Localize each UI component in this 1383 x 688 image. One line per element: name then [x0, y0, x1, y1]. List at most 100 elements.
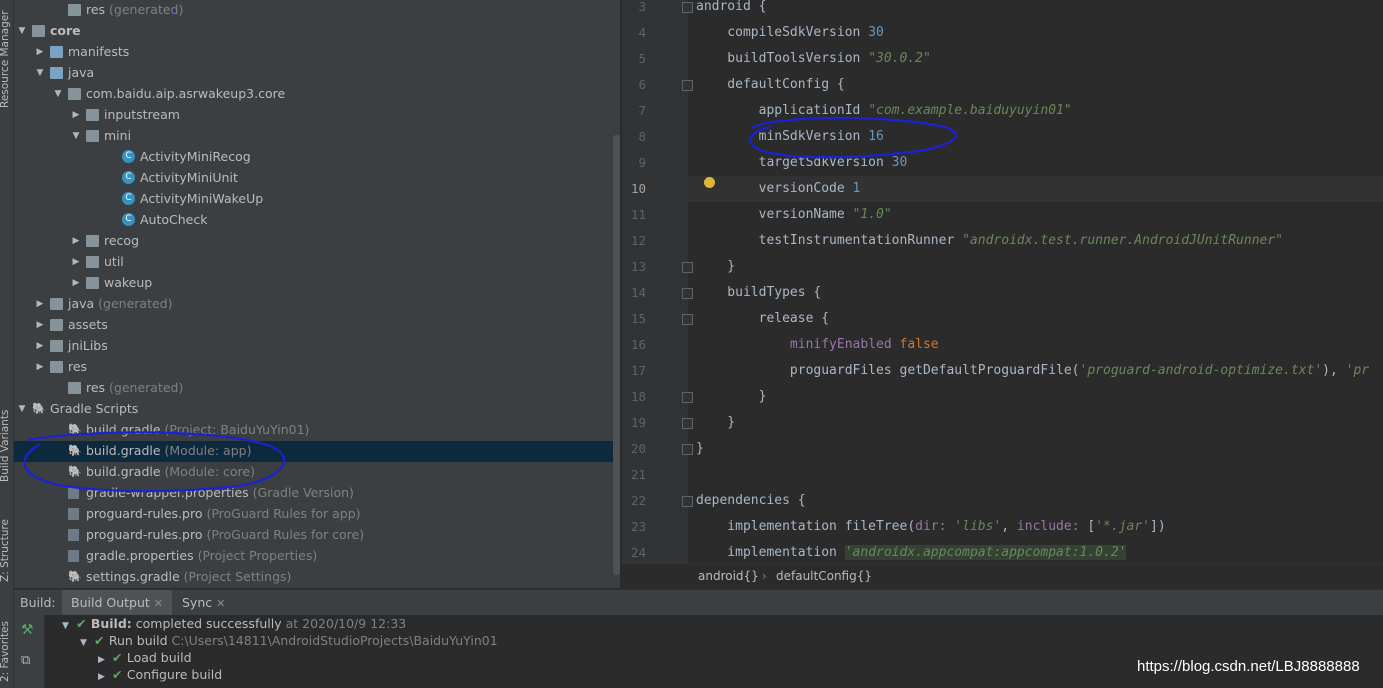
- tree-item[interactable]: ▶ jniLibs: [14, 336, 620, 357]
- tab-sync[interactable]: Sync ✕: [182, 590, 225, 616]
- collapse-arrow-icon[interactable]: ▼: [16, 21, 28, 41]
- tree-item[interactable]: ▶ recog: [14, 231, 620, 252]
- tree-item[interactable]: ▼ core: [14, 21, 620, 42]
- code-token: release {: [696, 311, 830, 326]
- fold-marker-icon[interactable]: [682, 314, 693, 325]
- tree-item[interactable]: ▶ res: [14, 357, 620, 378]
- code-token: ,: [1001, 519, 1017, 534]
- build-row[interactable]: ▼ ✔ Build: completed successfully at 2020…: [62, 615, 406, 632]
- build-row[interactable]: ▶ ✔ Configure build: [98, 666, 222, 683]
- tree-item-label: wakeup: [104, 275, 153, 290]
- code-line: minSdkVersion 16: [696, 124, 884, 150]
- tree-item-label: res (generated): [86, 380, 184, 395]
- fold-marker-icon[interactable]: [682, 444, 693, 455]
- properties-file-icon: [68, 550, 79, 562]
- code-token: targetSdkVersion: [696, 155, 892, 170]
- tree-item[interactable]: C ActivityMiniUnit: [14, 168, 620, 189]
- success-check-icon: ✔: [112, 650, 127, 665]
- folder-icon: [50, 340, 63, 352]
- lightbulb-icon[interactable]: [704, 177, 715, 188]
- tree-item[interactable]: ▼ java: [14, 63, 620, 84]
- build-row[interactable]: ▶ ✔ Load build: [98, 649, 192, 666]
- tree-item[interactable]: ▶ assets: [14, 315, 620, 336]
- tree-item[interactable]: proguard-rules.pro (ProGuard Rules for c…: [14, 525, 620, 546]
- tree-item[interactable]: ▶ util: [14, 252, 620, 273]
- code-editor[interactable]: 3 4 5 6 7 8 9 10 11 12 13 14 15 16 17 18 19 20 21 22 23 24 an…: [622, 0, 1383, 563]
- tree-item[interactable]: C ActivityMiniWakeUp: [14, 189, 620, 210]
- code-token: 16: [868, 129, 884, 144]
- favorites-tab[interactable]: 2: Favorites: [0, 621, 11, 682]
- line-number: 7: [638, 103, 646, 118]
- expand-arrow-icon[interactable]: ▶: [98, 669, 112, 686]
- line-number: 15: [630, 311, 646, 326]
- code-line: defaultConfig {: [696, 72, 845, 98]
- fold-marker-icon[interactable]: [682, 496, 693, 507]
- expand-arrow-icon[interactable]: ▶: [34, 42, 46, 62]
- tree-item[interactable]: proguard-rules.pro (ProGuard Rules for a…: [14, 504, 620, 525]
- expand-arrow-icon[interactable]: ▶: [34, 294, 46, 314]
- build-variants-tab[interactable]: Build Variants: [0, 410, 11, 482]
- tree-item[interactable]: ▶ java (generated): [14, 294, 620, 315]
- expand-arrow-icon[interactable]: ▶: [70, 231, 82, 251]
- build-label: Build:: [20, 595, 56, 610]
- tree-item[interactable]: 🐘 build.gradle (Module: core): [14, 462, 620, 483]
- expand-arrow-icon[interactable]: ▶: [70, 273, 82, 293]
- tree-item[interactable]: C ActivityMiniRecog: [14, 147, 620, 168]
- folder-icon: [86, 277, 99, 289]
- code-token: testInstrumentationRunner: [696, 233, 963, 248]
- close-icon[interactable]: ✕: [216, 597, 225, 610]
- build-row[interactable]: ▼ ✔ Run build C:\Users\14811\AndroidStudi…: [80, 632, 498, 649]
- expand-arrow-icon[interactable]: ▶: [70, 252, 82, 272]
- restore-layout-icon[interactable]: ⧉: [21, 653, 30, 668]
- expand-arrow-icon[interactable]: ▶: [34, 336, 46, 356]
- tree-item[interactable]: ▶ wakeup: [14, 273, 620, 294]
- fold-marker-icon[interactable]: [682, 392, 693, 403]
- expand-arrow-icon[interactable]: ▶: [70, 105, 82, 125]
- tree-item[interactable]: ▶ manifests: [14, 42, 620, 63]
- tree-item[interactable]: gradle-wrapper.properties (Gradle Versio…: [14, 483, 620, 504]
- collapse-arrow-icon[interactable]: ▼: [62, 618, 76, 635]
- tab-build-output[interactable]: Build Output ✕: [62, 590, 172, 616]
- collapse-arrow-icon[interactable]: ▼: [34, 63, 46, 83]
- line-number: 10: [630, 181, 646, 196]
- breadcrumb-defaultconfig[interactable]: defaultConfig{}: [776, 564, 872, 589]
- tree-item-label: recog: [104, 233, 140, 248]
- properties-file-icon: [68, 508, 79, 520]
- collapse-arrow-icon[interactable]: ▼: [70, 126, 82, 146]
- expand-arrow-icon[interactable]: ▶: [34, 315, 46, 335]
- collapse-arrow-icon[interactable]: ▼: [52, 84, 64, 104]
- fold-marker-icon[interactable]: [682, 2, 693, 13]
- tree-item[interactable]: ▼ mini: [14, 126, 620, 147]
- class-icon: C: [122, 192, 135, 205]
- tree-scrollbar[interactable]: [613, 135, 620, 575]
- collapse-arrow-icon[interactable]: ▼: [16, 399, 28, 419]
- folder-icon: [86, 256, 99, 268]
- code-token: defaultConfig {: [696, 77, 845, 92]
- code-token: compileSdkVersion: [696, 25, 869, 40]
- structure-tab[interactable]: Z: Structure: [0, 519, 11, 582]
- fold-marker-icon[interactable]: [682, 262, 693, 273]
- tree-item[interactable]: res (generated): [14, 378, 620, 399]
- code-line: versionCode 1: [696, 176, 861, 202]
- breadcrumb-android[interactable]: android{}: [698, 564, 759, 589]
- tree-item-label: Gradle Scripts: [50, 401, 139, 416]
- tree-item[interactable]: 🐘 build.gradle (Project: BaiduYuYin01): [14, 420, 620, 441]
- tree-item[interactable]: 🐘 settings.gradle (Project Settings): [14, 567, 620, 588]
- fold-marker-icon[interactable]: [682, 288, 693, 299]
- fold-marker-icon[interactable]: [682, 80, 693, 91]
- collapse-arrow-icon[interactable]: ▼: [80, 635, 94, 652]
- tree-item[interactable]: gradle.properties (Project Properties): [14, 546, 620, 567]
- fold-marker-icon[interactable]: [682, 418, 693, 429]
- tree-item[interactable]: ▶ inputstream: [14, 105, 620, 126]
- close-icon[interactable]: ✕: [154, 597, 163, 610]
- folder-icon: [50, 319, 63, 331]
- line-number: 13: [630, 259, 646, 274]
- tree-item[interactable]: ▼ 🐘 Gradle Scripts: [14, 399, 620, 420]
- resource-manager-tab[interactable]: Resource Manager: [0, 10, 11, 108]
- expand-arrow-icon[interactable]: ▶: [34, 357, 46, 377]
- tree-item[interactable]: res (generated): [14, 0, 620, 21]
- tree-item[interactable]: ▼ com.baidu.aip.asrwakeup3.core: [14, 84, 620, 105]
- tree-item[interactable]: 🐘 build.gradle (Module: app): [14, 441, 620, 462]
- hammer-icon[interactable]: ⚒: [21, 622, 34, 638]
- tree-item[interactable]: C AutoCheck: [14, 210, 620, 231]
